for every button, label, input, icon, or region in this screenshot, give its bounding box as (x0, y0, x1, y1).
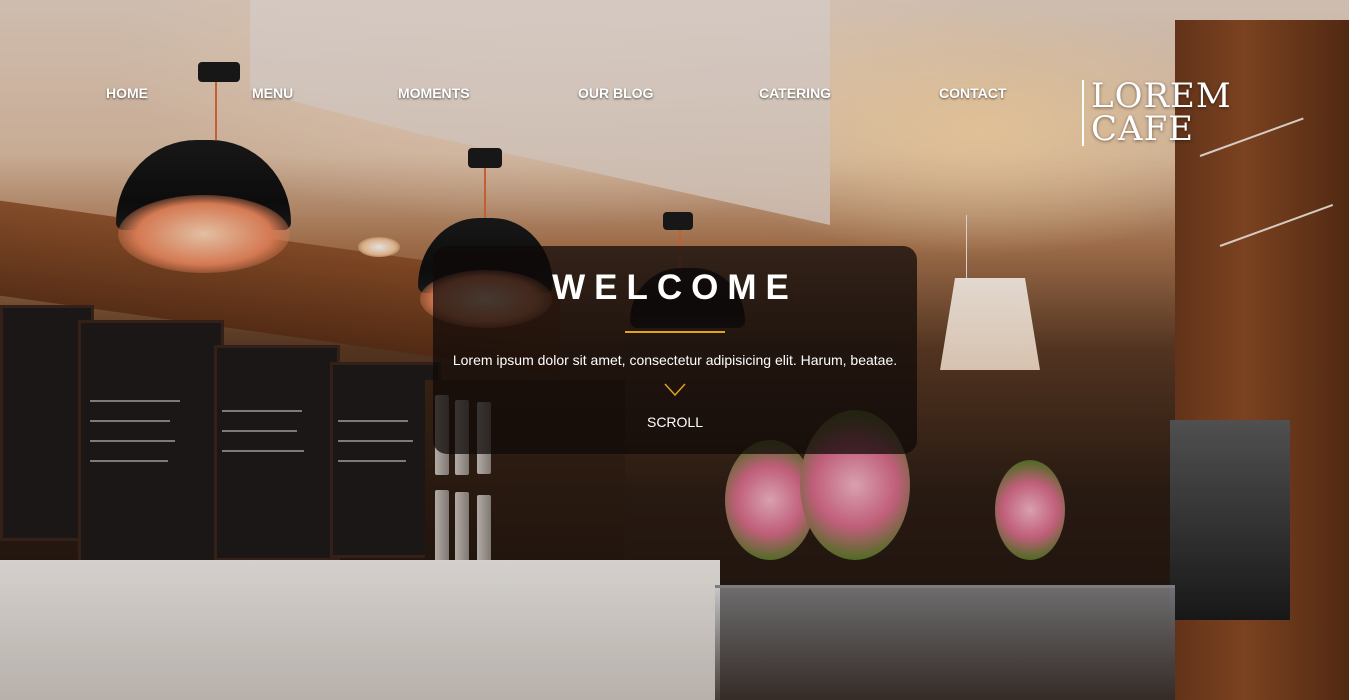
nav-catering[interactable]: CATERING (759, 85, 831, 101)
nav-home[interactable]: HOME (106, 85, 148, 101)
welcome-title: WELCOME (552, 268, 798, 307)
site-logo[interactable]: LOREM CAFE (1082, 79, 1232, 149)
chevron-down-icon[interactable] (664, 383, 686, 397)
nav-moments[interactable]: MOMENTS (398, 85, 470, 101)
scroll-link[interactable]: SCROLL (433, 414, 917, 430)
nav-contact[interactable]: CONTACT (939, 85, 1006, 101)
nav-menu[interactable]: MENU (252, 85, 293, 101)
title-divider (625, 331, 725, 333)
welcome-panel: WELCOME Lorem ipsum dolor sit amet, cons… (433, 246, 917, 454)
welcome-text: Lorem ipsum dolor sit amet, consectetur … (452, 352, 898, 368)
nav-our-blog[interactable]: OUR BLOG (578, 85, 653, 101)
logo-line-2: CAFE (1091, 109, 1194, 149)
